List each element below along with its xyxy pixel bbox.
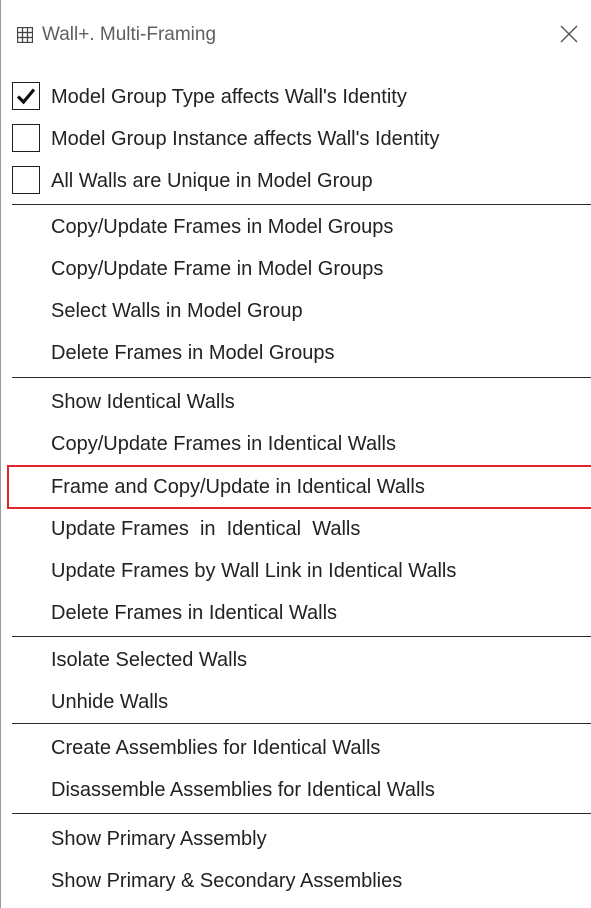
menu-item-update-frames-identical[interactable]: Update Frames in Identical Walls bbox=[1, 508, 591, 550]
menu-item-show-primary-assembly[interactable]: Show Primary Assembly bbox=[1, 818, 591, 860]
multi-framing-panel: Wall+. Multi-Framing Model Group Type af… bbox=[0, 0, 591, 908]
menu-item-select-walls-model-group[interactable]: Select Walls in Model Group bbox=[1, 290, 591, 332]
separator bbox=[12, 377, 591, 378]
close-icon[interactable] bbox=[557, 22, 581, 46]
menu-item-update-frames-by-wall-link[interactable]: Update Frames by Wall Link in Identical … bbox=[1, 550, 591, 592]
menu-item-disassemble-assemblies[interactable]: Disassemble Assemblies for Identical Wal… bbox=[1, 769, 591, 811]
checkbox-label: All Walls are Unique in Model Group bbox=[51, 170, 373, 192]
checkbox-model-group-type[interactable]: Model Group Type affects Wall's Identity bbox=[1, 76, 591, 118]
menu-item-label: Delete Frames in Identical Walls bbox=[51, 602, 338, 624]
menu-item-label: Show Primary Assembly bbox=[51, 828, 267, 850]
checkmark-icon bbox=[16, 88, 36, 105]
menu-item-label: Delete Frames in Model Groups bbox=[51, 342, 335, 364]
menu-item-delete-frames-model-groups[interactable]: Delete Frames in Model Groups bbox=[1, 332, 591, 374]
menu-item-label: Update Frames by Wall Link in Identical … bbox=[51, 560, 457, 582]
grid-icon bbox=[16, 26, 34, 44]
separator bbox=[12, 636, 591, 637]
menu-item-isolate-selected-walls[interactable]: Isolate Selected Walls bbox=[1, 639, 591, 681]
menu-item-label: Update Frames in Identical Walls bbox=[51, 518, 361, 540]
menu-item-label: Isolate Selected Walls bbox=[51, 649, 248, 671]
checkbox[interactable] bbox=[12, 82, 40, 110]
title-bar: Wall+. Multi-Framing bbox=[1, 0, 591, 76]
menu-item-show-primary-secondary-assemblies[interactable]: Show Primary & Secondary Assemblies bbox=[1, 860, 591, 902]
menu-item-copy-update-frames-identical[interactable]: Copy/Update Frames in Identical Walls bbox=[1, 423, 591, 465]
menu-item-label: Show Primary & Secondary Assemblies bbox=[51, 870, 403, 892]
menu-item-label: Copy/Update Frames in Model Groups bbox=[51, 216, 394, 238]
separator bbox=[12, 723, 591, 724]
menu-item-label: Show Identical Walls bbox=[51, 391, 235, 413]
menu-item-label: Create Assemblies for Identical Walls bbox=[51, 737, 381, 759]
menu-item-label: Disassemble Assemblies for Identical Wal… bbox=[51, 779, 435, 801]
window-title: Wall+. Multi-Framing bbox=[42, 24, 217, 45]
menu-item-label: Unhide Walls bbox=[51, 691, 169, 713]
menu-item-copy-update-frame-model-groups[interactable]: Copy/Update Frame in Model Groups bbox=[1, 248, 591, 290]
checkbox-all-walls-unique[interactable]: All Walls are Unique in Model Group bbox=[1, 160, 591, 202]
menu-item-label: Select Walls in Model Group bbox=[51, 300, 303, 322]
separator bbox=[12, 204, 591, 205]
menu-item-delete-frames-identical[interactable]: Delete Frames in Identical Walls bbox=[1, 592, 591, 634]
menu-item-show-identical-walls[interactable]: Show Identical Walls bbox=[1, 381, 591, 423]
checkbox-label: Model Group Type affects Wall's Identity bbox=[51, 86, 407, 108]
menu-item-label: Copy/Update Frames in Identical Walls bbox=[51, 433, 396, 455]
separator bbox=[12, 813, 591, 814]
checkbox-model-group-instance[interactable]: Model Group Instance affects Wall's Iden… bbox=[1, 118, 591, 160]
menu-item-label: Copy/Update Frame in Model Groups bbox=[51, 258, 384, 280]
menu-item-unhide-walls[interactable]: Unhide Walls bbox=[1, 681, 591, 723]
checkbox-label: Model Group Instance affects Wall's Iden… bbox=[51, 128, 440, 150]
menu-item-create-assemblies[interactable]: Create Assemblies for Identical Walls bbox=[1, 727, 591, 769]
checkbox[interactable] bbox=[12, 166, 40, 194]
checkbox[interactable] bbox=[12, 124, 40, 152]
highlight-box bbox=[7, 465, 591, 509]
menu-item-copy-update-frames-model-groups[interactable]: Copy/Update Frames in Model Groups bbox=[1, 206, 591, 248]
